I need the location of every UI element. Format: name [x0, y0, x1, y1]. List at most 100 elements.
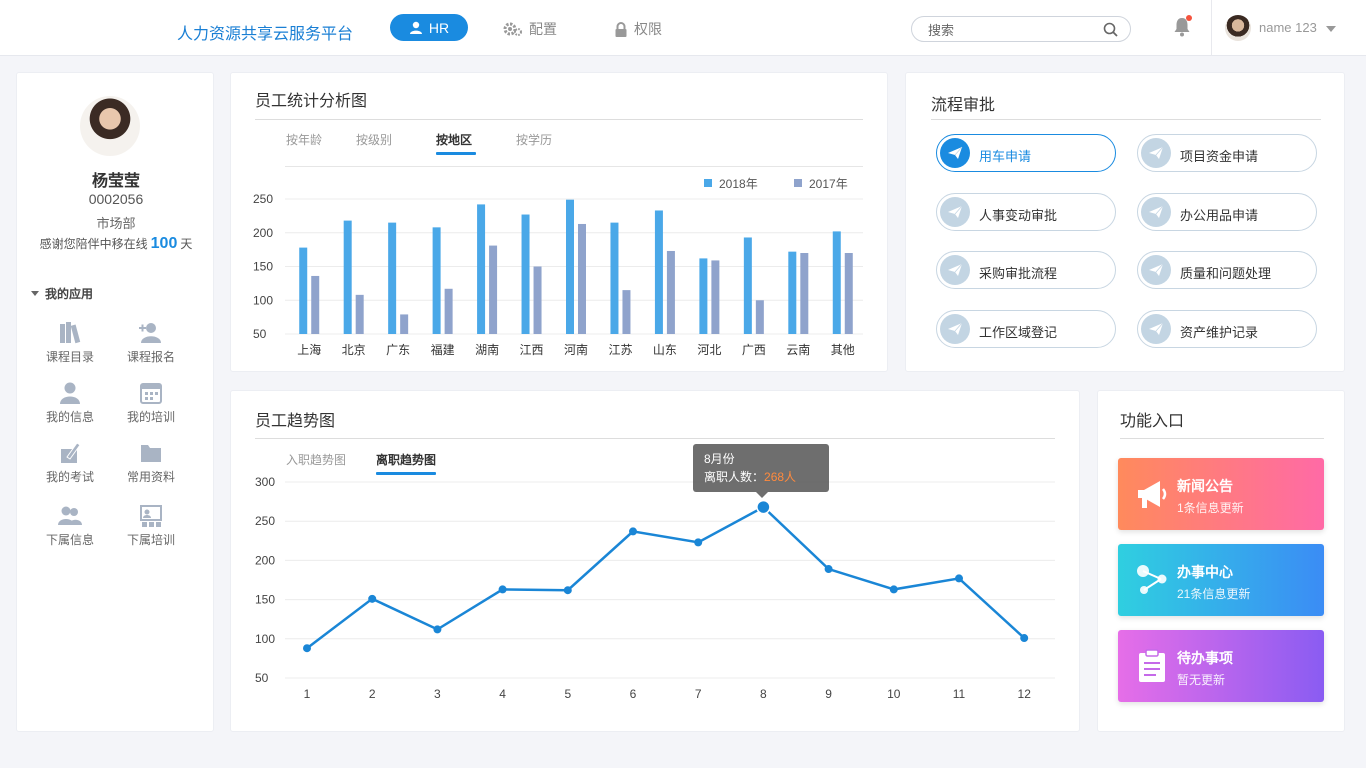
- bar-2017年: [755, 300, 764, 334]
- y-tick-label: 300: [255, 475, 275, 489]
- app-my-training[interactable]: 我的培训: [116, 381, 186, 425]
- x-tick-label: 1: [304, 687, 311, 701]
- x-tick-label: 上海: [297, 342, 321, 357]
- news-card[interactable]: 新闻公告 1条信息更新: [1118, 458, 1324, 530]
- flow-item-button[interactable]: 资产维护记录: [1137, 309, 1317, 348]
- office-center-card[interactable]: 办事中心 21条信息更新: [1118, 544, 1324, 616]
- apps-title-label: 我的应用: [45, 287, 94, 301]
- flow-item-button[interactable]: 质量和问题处理: [1137, 251, 1317, 289]
- bar-2018年: [654, 210, 663, 334]
- x-tick-label: 8: [760, 687, 767, 701]
- app-subordinate-training[interactable]: 下属培训: [116, 504, 186, 548]
- x-tick-label: 江苏: [608, 343, 632, 357]
- lock-icon: [615, 21, 627, 37]
- chart-tooltip: 8月份 离职人数：268人: [693, 444, 829, 492]
- nav-config-tab[interactable]: 配置: [503, 19, 557, 39]
- x-tick-label: 10: [887, 687, 901, 701]
- brand-title[interactable]: 人力资源共享云服务平台: [177, 20, 353, 44]
- flow-title: 流程审批: [931, 97, 996, 114]
- x-tick-label: 7: [695, 687, 702, 701]
- paper-plane-icon: [1141, 255, 1171, 285]
- app-common-docs[interactable]: 常用资料: [116, 441, 186, 485]
- data-point: [368, 594, 377, 603]
- flow-item-button[interactable]: 用车申请: [936, 134, 1116, 172]
- todo-sub: 暂无更新: [1177, 673, 1226, 687]
- bar-2018年: [566, 199, 574, 334]
- flow-item-label: 资产维护记录: [1180, 324, 1259, 340]
- bar-2018年: [343, 220, 352, 334]
- flow-item-button[interactable]: 人事变动审批: [936, 192, 1116, 231]
- app-my-exam[interactable]: 我的考试: [35, 441, 105, 485]
- trend-line: [306, 505, 1026, 650]
- y-tick-label: 50: [253, 327, 267, 341]
- x-tick-label: 湖南: [475, 342, 499, 357]
- nav-permission-label: 权限: [634, 21, 662, 37]
- bar-2017年: [800, 253, 809, 334]
- clipboard-icon: [1139, 649, 1165, 682]
- chevron-down-icon[interactable]: [1326, 26, 1336, 32]
- exam-icon: [61, 442, 81, 463]
- legend-swatch: [794, 179, 802, 187]
- x-tick-label: 福建: [431, 342, 455, 357]
- y-tick-label: 150: [255, 593, 275, 607]
- profile-days: 感谢您陪伴中移在线 100 天: [17, 235, 215, 253]
- y-tick-label: 250: [255, 514, 275, 528]
- flow-item-label: 采购审批流程: [979, 266, 1058, 281]
- app-course-catalog[interactable]: 课程目录: [35, 321, 105, 365]
- x-tick-label: 2: [369, 687, 376, 701]
- y-tick-label: 100: [253, 293, 273, 307]
- profile-card: 杨莹莹 0002056 市场部 感谢您陪伴中移在线 100 天 我的应用 课程目录 …: [16, 72, 214, 732]
- x-tick-label: 云南: [786, 342, 810, 357]
- x-tick-label: 5: [564, 687, 571, 701]
- apps-title[interactable]: 我的应用: [31, 285, 93, 302]
- todo-card[interactable]: 待办事项 暂无更新: [1118, 630, 1324, 702]
- nav-hr-tab[interactable]: HR: [390, 14, 468, 41]
- search-input[interactable]: [928, 21, 1098, 39]
- y-tick-label: 200: [255, 553, 275, 567]
- bar-2017年: [444, 288, 453, 334]
- megaphone-icon: [1138, 481, 1167, 508]
- top-bar: 人力资源共享云服务平台 HR 配置 权限 name 123: [0, 0, 1366, 56]
- avatar[interactable]: [1225, 15, 1251, 41]
- app-subordinate-info[interactable]: 下属信息: [35, 504, 105, 548]
- app-label: 下属培训: [126, 533, 175, 547]
- employee-trend-card: 员工趋势图 入职趋势图 离职趋势图 50 100 150 200 250 300 1 2 3 4 5…: [230, 390, 1080, 732]
- data-point: [629, 527, 637, 536]
- flow-item-label: 项目资金申请: [1180, 149, 1259, 164]
- news-title: 新闻公告: [1177, 478, 1233, 494]
- tooltip-value: 268人: [764, 470, 797, 484]
- x-tick-label: 6: [630, 687, 637, 701]
- bar-2017年: [622, 290, 631, 334]
- profile-name: 杨莹莹: [91, 173, 140, 190]
- news-sub: 1条信息更新: [1177, 501, 1244, 515]
- data-point: [889, 585, 898, 594]
- app-label: 课程报名: [126, 350, 175, 364]
- flow-item-button[interactable]: 办公用品申请: [1137, 192, 1317, 231]
- days-count: 100: [150, 235, 178, 252]
- bar-2018年: [477, 204, 486, 334]
- data-point: [303, 644, 311, 653]
- app-label: 常用资料: [126, 470, 175, 484]
- paper-plane-icon: [940, 138, 970, 168]
- x-tick-label: 广东: [386, 343, 410, 357]
- bar-2018年: [699, 258, 708, 334]
- bar-2018年: [610, 222, 619, 334]
- search-icon[interactable]: [1103, 22, 1118, 37]
- legend-swatch: [704, 179, 712, 187]
- tooltip-label: 离职人数：: [704, 470, 765, 484]
- divider: [1211, 0, 1212, 56]
- app-my-info[interactable]: 我的信息: [35, 381, 105, 425]
- flow-item-button[interactable]: 采购审批流程: [936, 251, 1116, 289]
- bar-2017年: [844, 253, 853, 334]
- flow-item-button[interactable]: 项目资金申请: [1137, 134, 1317, 172]
- y-tick-label: 100: [255, 632, 275, 646]
- x-tick-label: 4: [499, 687, 506, 701]
- employee-stats-card: 员工统计分析图 按年龄 按级别 按地区 按学历 50 100 150 200 250 上海…: [230, 72, 888, 372]
- user-name[interactable]: name 123: [1259, 20, 1317, 35]
- app-course-signup[interactable]: 课程报名: [116, 321, 186, 365]
- nav-permission-tab[interactable]: 权限: [614, 19, 662, 39]
- flow-item-button[interactable]: 工作区域登记: [936, 309, 1116, 348]
- bar-2017年: [578, 223, 586, 334]
- data-point: [1020, 634, 1029, 643]
- turnover-line-chart: 501001502002503001 2 3 4 5 6 7 8 9 10 11 12: [255, 475, 1055, 701]
